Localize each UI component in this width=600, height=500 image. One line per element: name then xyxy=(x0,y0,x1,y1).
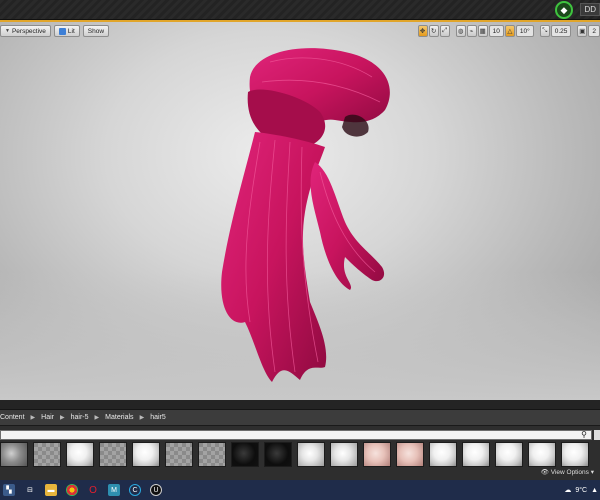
asset-thumbnail[interactable] xyxy=(231,442,259,467)
eye-icon: 👁 xyxy=(540,469,549,476)
breadcrumb-materials[interactable]: Materials xyxy=(105,414,133,421)
tray-overflow-icon[interactable]: ▲ xyxy=(591,487,598,494)
asset-thumbnail[interactable] xyxy=(0,442,28,467)
perspective-label: Perspective xyxy=(11,27,46,35)
scale-snap-icon[interactable]: ⤡ xyxy=(539,25,550,37)
show-label: Show xyxy=(87,27,105,35)
asset-thumbnail[interactable] xyxy=(330,442,358,467)
file-explorer-icon[interactable]: ▬ xyxy=(45,484,57,496)
asset-thumbnail[interactable] xyxy=(429,442,457,467)
cortana-icon[interactable]: C xyxy=(129,484,141,496)
scale-tool-icon[interactable]: ⤢ xyxy=(439,25,450,37)
asset-thumbnail[interactable] xyxy=(396,442,424,467)
search-row: ⚲ xyxy=(0,428,600,440)
breadcrumb-separator-icon: ▶ xyxy=(139,415,145,421)
breadcrumb-separator-icon: ▶ xyxy=(94,415,100,421)
breadcrumb-hair5[interactable]: hair5 xyxy=(150,414,166,421)
search-icon: ⚲ xyxy=(581,430,587,439)
weather-icon[interactable]: ☁ xyxy=(564,486,571,494)
windows-taskbar: ▚ ⊟ ▬ O M C U ☁ 9°C ▲ xyxy=(0,480,600,500)
dropdown-arrow-icon: ▼ xyxy=(5,28,10,34)
surface-snap-icon[interactable]: ⌁ xyxy=(466,25,477,37)
level-viewport[interactable]: ▼ Perspective Lit Show ✥ ↻ ⤢ ◍ ⌁ ▦ 10 △ … xyxy=(0,22,600,400)
asset-thumbnail[interactable] xyxy=(528,442,556,467)
camera-speed-value[interactable]: 2 xyxy=(588,25,600,37)
asset-thumbnail[interactable] xyxy=(561,442,589,467)
viewport-toolbar-right: ✥ ↻ ⤢ ◍ ⌁ ▦ 10 △ 10° ⤡ 0.25 ▣ 2 xyxy=(417,25,600,37)
grid-snap-icon[interactable]: ▦ xyxy=(477,25,488,37)
content-browser: Content ▶ Hair ▶ hair-5 ▶ Materials ▶ ha… xyxy=(0,400,600,480)
asset-thumbnail[interactable] xyxy=(264,442,292,467)
camera-speed-icon[interactable]: ▣ xyxy=(577,25,588,37)
dropdown-arrow-icon: ▾ xyxy=(590,469,594,476)
filter-button[interactable] xyxy=(594,430,600,440)
media-app-icon[interactable]: M xyxy=(108,484,120,496)
system-tray: ☁ 9°C ▲ xyxy=(564,480,600,500)
asset-thumbnail[interactable] xyxy=(363,442,391,467)
breadcrumb-content[interactable]: Content xyxy=(0,414,25,421)
view-options-label: View Options xyxy=(550,469,589,476)
unreal-engine-icon[interactable]: U xyxy=(150,484,162,496)
opera-icon[interactable]: O xyxy=(87,484,99,496)
asset-thumbnail[interactable] xyxy=(132,442,160,467)
asset-thumbnail[interactable] xyxy=(198,442,226,467)
content-browser-header xyxy=(0,400,600,410)
lit-label: Lit xyxy=(67,27,75,35)
view-mode-button[interactable]: Lit xyxy=(53,25,80,37)
scale-snap-value[interactable]: 0.25 xyxy=(550,25,572,37)
unreal-status-icon[interactable]: ◆ xyxy=(555,1,573,19)
asset-thumbnail[interactable] xyxy=(297,442,325,467)
show-button[interactable]: Show xyxy=(82,25,110,37)
rotate-tool-icon[interactable]: ↻ xyxy=(428,25,439,37)
breadcrumb-separator-icon: ▶ xyxy=(30,415,36,421)
unreal-editor-window: ◆ DD ▼ Perspective Lit Show ✥ ↻ ⤢ ◍ ⌁ ▦ … xyxy=(0,0,600,500)
translate-tool-icon[interactable]: ✥ xyxy=(417,25,428,37)
world-space-icon[interactable]: ◍ xyxy=(455,25,466,37)
rotation-snap-icon[interactable]: △ xyxy=(504,25,515,37)
asset-thumbnail[interactable] xyxy=(66,442,94,467)
breadcrumb: Content ▶ Hair ▶ hair-5 ▶ Materials ▶ ha… xyxy=(0,410,600,426)
chrome-icon[interactable] xyxy=(66,484,78,496)
temperature-label[interactable]: 9°C xyxy=(575,487,587,494)
asset-thumbnail[interactable] xyxy=(33,442,61,467)
breadcrumb-hair[interactable]: Hair xyxy=(41,414,54,421)
asset-thumbnails xyxy=(0,442,600,468)
lit-sphere-icon xyxy=(58,27,66,35)
hair-model[interactable] xyxy=(0,22,600,400)
breadcrumb-hair-5[interactable]: hair-5 xyxy=(71,414,89,421)
perspective-button[interactable]: ▼ Perspective xyxy=(0,25,51,37)
start-icon[interactable]: ▚ xyxy=(3,484,15,496)
editor-top-bar: ◆ DD xyxy=(0,0,600,20)
view-options-button[interactable]: 👁 View Options ▾ xyxy=(541,468,594,476)
rotation-snap-value[interactable]: 10° xyxy=(515,25,534,37)
asset-thumbnail[interactable] xyxy=(165,442,193,467)
task-view-icon[interactable]: ⊟ xyxy=(24,484,36,496)
top-corner-label[interactable]: DD xyxy=(580,3,600,16)
grid-snap-value[interactable]: 10 xyxy=(488,25,504,37)
breadcrumb-separator-icon: ▶ xyxy=(60,415,65,421)
search-input[interactable]: ⚲ xyxy=(0,430,592,440)
viewport-toolbar-left: ▼ Perspective Lit Show xyxy=(0,25,110,37)
asset-thumbnail[interactable] xyxy=(462,442,490,467)
asset-thumbnail[interactable] xyxy=(99,442,127,467)
asset-thumbnail[interactable] xyxy=(495,442,523,467)
